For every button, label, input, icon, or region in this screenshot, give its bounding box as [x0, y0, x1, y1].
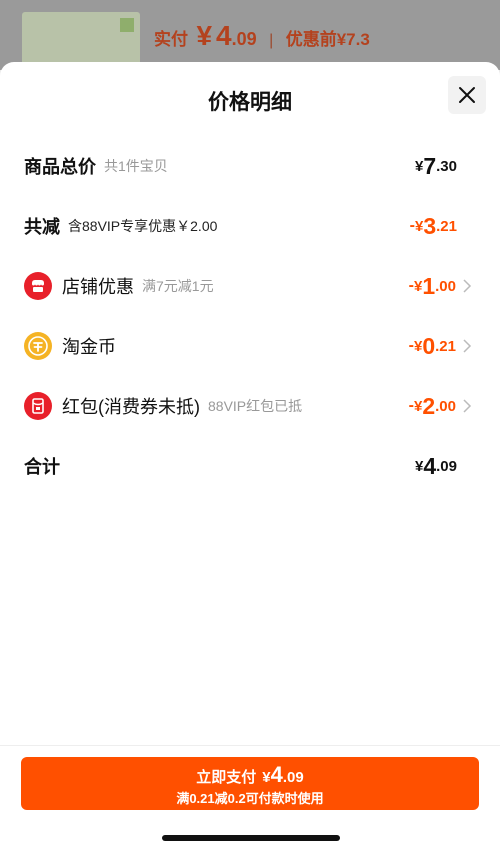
amount-int: 1 — [422, 272, 436, 299]
row-sub-label: 88VIP红包已抵 — [208, 398, 303, 414]
row-amount: ¥7.30 — [415, 146, 457, 186]
background-price-int: 4 — [216, 20, 232, 51]
row-amount: - ¥3.21 — [410, 206, 457, 246]
price-detail-sheet: 价格明细 商品总价 共1件宝贝 ¥7.30 共减 含88VIP专享优惠￥2.00… — [0, 62, 500, 853]
row-total-discount: 共减 含88VIP专享优惠￥2.00 - ¥3.21 — [0, 206, 500, 246]
row-amount: - ¥1.00 — [409, 266, 456, 306]
close-icon — [459, 87, 475, 103]
shop-icon — [24, 272, 52, 300]
amount-dec: .00 — [435, 277, 456, 295]
amount-dec: .30 — [436, 157, 457, 175]
row-label: 红包(消费券未抵) — [62, 397, 200, 417]
background-original-price: 优惠前¥7.3 — [285, 30, 370, 49]
chevron-right-icon — [463, 279, 472, 293]
amount-currency: ¥ — [415, 157, 424, 175]
row-amount: - ¥2.00 — [409, 386, 456, 426]
pay-button-dec: .09 — [282, 769, 304, 786]
home-indicator[interactable] — [162, 835, 340, 841]
amount-currency: ¥ — [415, 457, 424, 475]
amount-int: 3 — [423, 212, 437, 239]
pay-button-int: 4 — [270, 762, 283, 787]
row-shop-discount[interactable]: 店铺优惠 满7元减1元 - ¥1.00 — [0, 266, 500, 306]
row-label: 淘金币 — [62, 337, 116, 357]
pay-button-label: 立即支付 — [196, 769, 257, 786]
sheet-title: 价格明细 — [208, 91, 292, 114]
row-label: 合计 — [24, 457, 60, 477]
row-label: 店铺优惠 — [62, 277, 134, 297]
background-separator: | — [269, 32, 274, 49]
row-label: 共减 — [24, 217, 60, 237]
amount-dec: .21 — [435, 337, 456, 355]
pay-now-button[interactable]: 立即支付 ¥4.09 满0.21减0.2可付款时使用 — [21, 757, 479, 810]
red-envelope-icon — [24, 392, 52, 420]
amount-dec: .21 — [436, 217, 457, 235]
close-button[interactable] — [448, 76, 486, 114]
amount-dec: .00 — [435, 397, 456, 415]
amount-int: 0 — [422, 332, 436, 359]
chevron-right-icon — [463, 399, 472, 413]
pay-button-note: 满0.21减0.2可付款时使用 — [176, 791, 324, 806]
gold-coin-icon — [24, 332, 52, 360]
amount-currency: ¥ — [414, 277, 423, 295]
row-grand-total: 合计 ¥4.09 — [0, 446, 500, 486]
row-sub-label: 满7元减1元 — [142, 278, 214, 294]
row-total-goods: 商品总价 共1件宝贝 ¥7.30 — [0, 146, 500, 186]
product-thumbnail — [22, 12, 140, 68]
row-sub-label: 含88VIP专享优惠￥2.00 — [68, 218, 218, 234]
row-red-envelope[interactable]: 红包(消费券未抵) 88VIP红包已抵 - ¥2.00 — [0, 386, 500, 426]
amount-currency: ¥ — [414, 397, 423, 415]
amount-dec: .09 — [436, 457, 457, 475]
background-price-label: 实付 — [154, 30, 188, 49]
row-label: 商品总价 — [24, 157, 96, 177]
amount-int: 4 — [423, 452, 437, 479]
row-amount: - ¥0.21 — [409, 326, 456, 366]
amount-currency: ¥ — [414, 337, 423, 355]
row-sub-label: 共1件宝贝 — [104, 158, 168, 174]
background-header: 实付 ¥4.09 | 优惠前¥7.3 — [0, 0, 500, 70]
footer-divider — [0, 745, 500, 746]
pay-button-main: 立即支付 ¥4.09 — [21, 762, 479, 788]
row-gold-coin[interactable]: 淘金币 - ¥0.21 — [0, 326, 500, 366]
background-price-currency: ¥ — [196, 20, 213, 51]
row-amount: ¥4.09 — [415, 446, 457, 486]
amount-currency: ¥ — [415, 217, 424, 235]
background-price: 实付 ¥4.09 | 优惠前¥7.3 — [154, 20, 370, 52]
amount-int: 7 — [423, 152, 437, 179]
amount-int: 2 — [422, 392, 436, 419]
pay-button-currency: ¥ — [262, 769, 271, 786]
background-price-dec: .09 — [231, 29, 257, 49]
chevron-right-icon — [463, 339, 472, 353]
